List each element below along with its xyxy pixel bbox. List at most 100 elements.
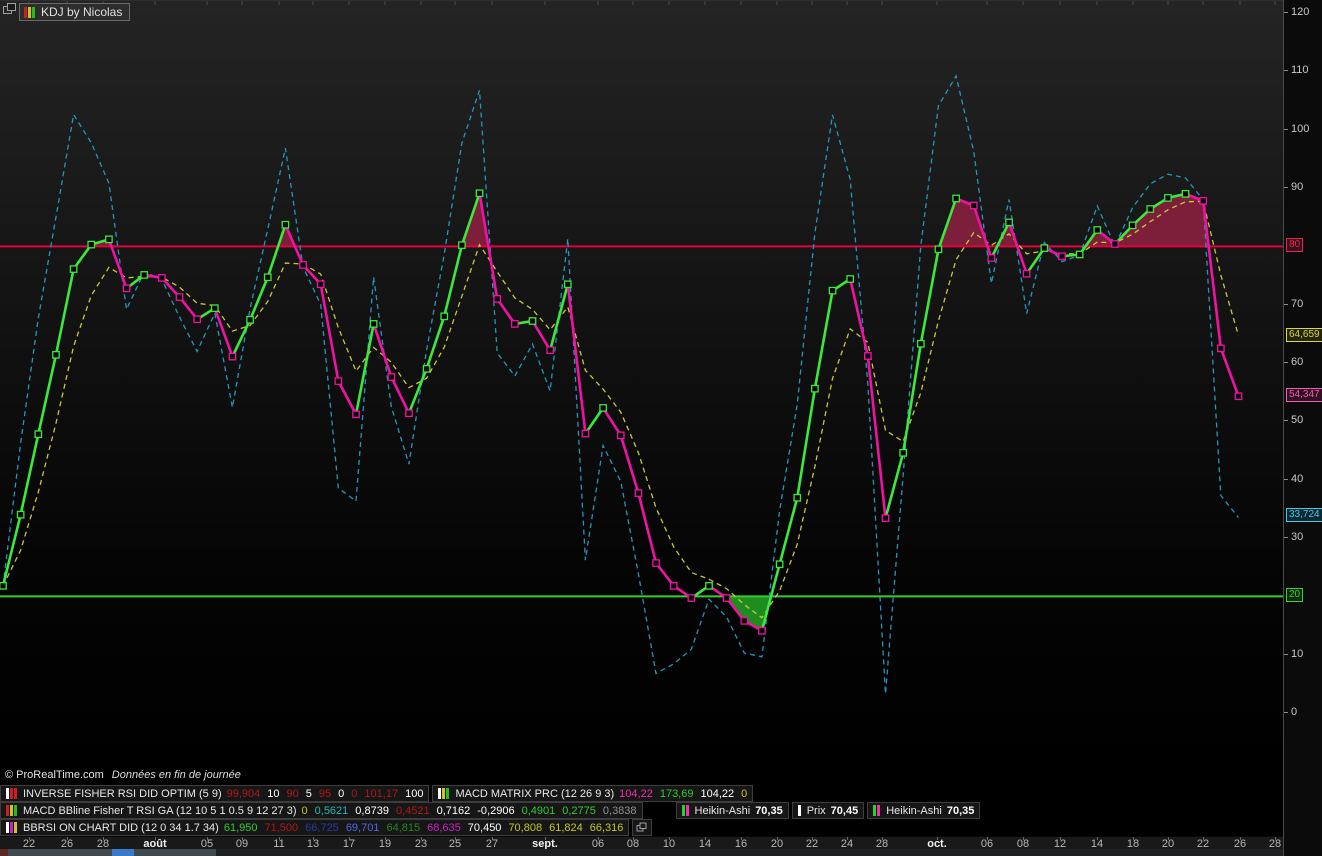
price-tick-label: 50: [1291, 414, 1304, 427]
main-line-marker: [546, 346, 555, 355]
price-label-64-659: 64,659: [1286, 327, 1322, 342]
main-line-marker: [828, 286, 837, 295]
indicator-value: 61,824: [549, 821, 583, 834]
price-label-33-724: 33,724: [1286, 508, 1322, 523]
main-line-marker: [705, 581, 713, 590]
chart-title-tab[interactable]: KDJ by Nicolas: [19, 3, 131, 21]
indicator-legend-chip[interactable]: MACD BBline Fisher T RSI GA (12 10 5 1 0…: [0, 802, 643, 819]
indicator-color-icon: [6, 788, 18, 799]
main-line-marker: [493, 294, 502, 303]
main-line-marker: [0, 581, 7, 590]
indicator-value: 61,950: [223, 821, 258, 834]
indicator-value: 104,22: [700, 787, 735, 800]
series-name: Heikin-Ashi: [694, 804, 751, 817]
indicator-value: 0,7162: [436, 804, 471, 817]
legend-popout-icon[interactable]: [632, 819, 653, 836]
legend-row-2: MACD BBline Fisher T RSI GA (12 10 5 1 0…: [0, 802, 983, 819]
main-line-marker: [228, 352, 237, 361]
main-line-marker: [299, 261, 307, 269]
series-legend-chip[interactable]: Heikin-Ashi 70,35: [867, 802, 981, 819]
indicator-value: 0: [338, 787, 345, 800]
indicator-value: 104,22: [619, 787, 653, 800]
main-line-marker: [210, 304, 219, 313]
main-line-marker: [881, 514, 890, 523]
indicator-value: 0,5621: [314, 804, 349, 817]
indicator-stripes-icon: [24, 6, 36, 18]
main-line-marker: [405, 409, 413, 418]
prorealtime-chart-window: KDJ by Nicolas 120 110 100 90 70 60 50 40 30 10 0 8…: [0, 0, 1322, 856]
series-legend-chip[interactable]: Prix 70,45: [791, 802, 865, 819]
price-tick-30: 30: [1284, 530, 1322, 544]
indicator-name: MACD MATRIX PRC (12 26 9 3): [455, 787, 615, 800]
main-line-marker: [352, 410, 360, 419]
series-value: 70,35: [946, 804, 975, 817]
indicator-values: 99,904 10 90 5 95 0 0 101,17 100: [227, 788, 424, 800]
price-tick-dash: [1284, 303, 1288, 305]
main-line-marker: [422, 364, 431, 373]
main-line-marker: [510, 320, 519, 328]
kdj-chart-plot[interactable]: [0, 0, 1283, 768]
main-line-marker: [952, 194, 960, 203]
price-tick-dash: [1284, 362, 1288, 363]
main-line-marker: [369, 320, 378, 328]
main-line-marker: [722, 594, 731, 602]
price-tick-label: 100: [1291, 122, 1310, 135]
series-color-icon: [797, 805, 802, 816]
indicator-value: 99,904: [226, 787, 261, 800]
price-tick-10: 10: [1284, 647, 1322, 661]
scrollbar-segment[interactable]: [112, 849, 134, 856]
main-line-marker: [793, 493, 802, 502]
price-tick-50: 50: [1284, 413, 1322, 427]
indicator-value: 0,8739: [355, 804, 389, 817]
main-line-marker: [811, 384, 819, 393]
indicator-value: 66,316: [589, 821, 624, 834]
price-axis[interactable]: 120 110 100 90 70 60 50 40 30 10 0 80 64,659 54,347 33…: [1283, 0, 1322, 856]
main-line-marker: [563, 280, 572, 289]
price-tick-label: 60: [1291, 356, 1304, 368]
main-line-marker: [157, 273, 166, 282]
price-tick-label: 120: [1291, 6, 1310, 18]
indicator-value: 0: [351, 787, 358, 800]
legend-row-1: INVERSE FISHER RSI DID OPTIM (5 9) 99,904…: [0, 785, 756, 802]
series-name: Heikin-Ashi: [886, 804, 942, 817]
main-line-marker: [458, 241, 466, 250]
popout-icon[interactable]: [2, 2, 18, 16]
scrollbar-segment[interactable]: [0, 849, 8, 856]
scrollbar-segment[interactable]: [8, 849, 112, 856]
main-line-marker: [1146, 205, 1155, 213]
price-tick-label: 30: [1291, 531, 1304, 543]
indicator-legend-chip[interactable]: BBRSI ON CHART DID (12 0 34 1.7 34) 61,95…: [0, 819, 630, 836]
price-tick-dash: [1284, 478, 1288, 480]
indicator-value: 0,4521: [395, 804, 430, 817]
indicator-value: 90: [286, 787, 299, 800]
main-line-marker: [740, 616, 749, 625]
main-line-marker: [193, 315, 201, 324]
indicator-color-icon: [6, 822, 18, 833]
main-line-marker: [246, 315, 254, 324]
main-line-marker: [899, 448, 908, 457]
copyright-row: © ProRealTime.com Données en fin de journ…: [5, 769, 241, 781]
indicator-legend-chip[interactable]: INVERSE FISHER RSI DID OPTIM (5 9) 99,904…: [0, 785, 430, 802]
price-tick-dash: [1284, 537, 1288, 538]
main-line-marker: [1164, 194, 1172, 202]
indicator-legend-chip[interactable]: MACD MATRIX PRC (12 26 9 3) 104,22 173,69 1…: [432, 785, 754, 802]
date-axis[interactable]: 22 26 28 août 05 09 11 13 17 19 23 25 27 sept. 06 08 10 1…: [0, 836, 1283, 850]
price-tick-40: 40: [1284, 472, 1322, 486]
price-tick-70: 70: [1284, 297, 1322, 311]
indicator-name: MACD BBline Fisher T RSI GA (12 10 5 1 0…: [23, 804, 297, 817]
scrollbar-segment[interactable]: [134, 849, 216, 856]
chart-scrollbar[interactable]: [0, 849, 1283, 856]
series-legend-chip[interactable]: Heikin-Ashi 70,35: [675, 802, 789, 819]
main-line-marker: [69, 265, 78, 273]
indicator-value: 68,635: [427, 821, 461, 834]
price-tick-dash: [1284, 187, 1288, 188]
main-line-marker: [687, 594, 696, 602]
main-line-marker: [87, 240, 96, 249]
main-line-marker: [616, 431, 625, 440]
indicator-value: 66,725: [305, 821, 339, 834]
scrollbar-segment[interactable]: [216, 849, 1283, 856]
indicator-values: 0 0,5621 0,8739 0,4521 0,7162 -0,2906 0,4901 0,…: [302, 805, 637, 817]
price-tick-label: 70: [1291, 297, 1304, 310]
main-line-marker: [122, 284, 131, 293]
main-line-marker: [669, 581, 678, 590]
